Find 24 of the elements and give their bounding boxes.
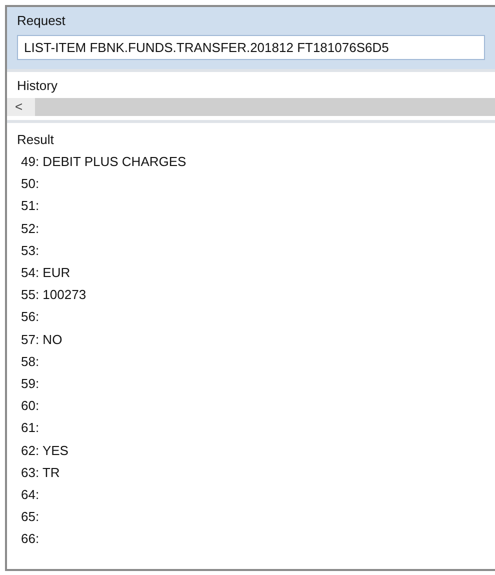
result-line: 62: YES bbox=[20, 442, 70, 460]
result-line: 64: bbox=[20, 486, 40, 504]
request-input[interactable]: LIST-ITEM FBNK.FUNDS.TRANSFER.201812 FT181076S6D5 bbox=[17, 35, 485, 60]
result-line: 51: bbox=[20, 197, 40, 216]
result-line: 49: DEBIT PLUS CHARGES bbox=[20, 153, 188, 171]
result-line: 58: bbox=[20, 352, 40, 371]
result-line: 63: TR bbox=[20, 464, 61, 482]
horizontal-scrollbar[interactable]: < bbox=[7, 98, 495, 116]
history-label: History bbox=[16, 77, 58, 95]
result-line: 66: bbox=[20, 530, 40, 548]
result-label: Result bbox=[17, 131, 55, 149]
result-line: 54: EUR bbox=[20, 264, 72, 282]
result-line: 55: 100273 bbox=[20, 286, 88, 304]
result-line: 60: bbox=[20, 397, 40, 416]
result-line: 52: bbox=[20, 220, 40, 238]
result-line: 56: bbox=[20, 308, 40, 326]
result-line: 50: bbox=[20, 175, 40, 194]
result-line: 57: NO bbox=[20, 330, 64, 349]
request-label: Request bbox=[17, 12, 66, 30]
result-line: 65: bbox=[20, 508, 40, 526]
result-line: 59: bbox=[20, 375, 40, 394]
result-line: 53: bbox=[20, 242, 40, 260]
scroll-left-button[interactable]: < bbox=[7, 98, 35, 116]
result-line: 61: bbox=[20, 419, 40, 438]
